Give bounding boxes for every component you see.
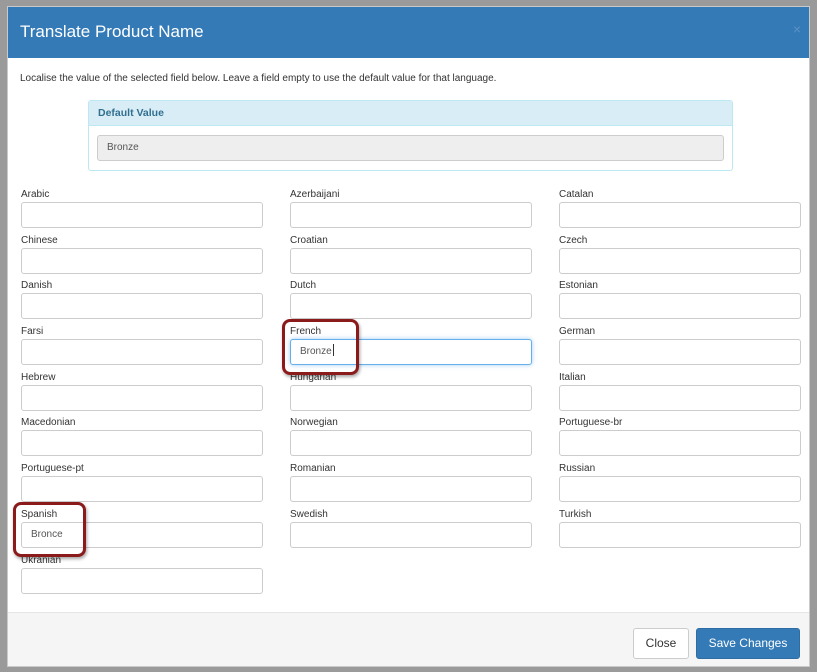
language-label-russian: Russian	[559, 463, 596, 475]
default-value-panel: Default Value Bronze	[88, 100, 733, 171]
language-field-italian: Italian	[559, 371, 801, 417]
language-input-spanish[interactable]: Bronce	[21, 521, 263, 548]
language-fields: Arabic Azerbaijani Catalan Chinese Croatian C…	[21, 188, 801, 599]
language-input-german[interactable]	[559, 339, 801, 366]
language-field-spanish: Spanish Bronce	[21, 508, 263, 554]
language-field-danish: Danish	[21, 279, 263, 325]
language-field-estonian: Estonian	[559, 279, 801, 325]
language-input-azerbaijani[interactable]	[290, 202, 532, 228]
language-input-catalan[interactable]	[559, 202, 801, 228]
language-field-swedish: Swedish	[290, 508, 532, 554]
language-input-hebrew[interactable]	[21, 384, 263, 411]
language-input-estonian[interactable]	[559, 293, 801, 320]
language-label-ukranian: Ukranian	[21, 554, 62, 566]
language-label-catalan: Catalan	[559, 189, 594, 200]
language-field-portuguese-pt: Portuguese-pt	[21, 462, 263, 508]
language-label-dutch: Dutch	[290, 280, 317, 292]
language-label-italian: Italian	[559, 371, 586, 383]
language-field-romanian: Romanian	[290, 462, 532, 508]
language-label-spanish: Spanish	[21, 508, 58, 520]
language-field-czech: Czech	[559, 234, 801, 280]
language-input-ukranian[interactable]	[21, 567, 263, 594]
dialog-title: Translate Product Name	[20, 22, 204, 41]
language-input-french[interactable]: Bronze	[290, 339, 532, 366]
language-input-norwegian[interactable]	[290, 430, 532, 457]
language-field-dutch: Dutch	[290, 279, 532, 325]
default-value-field: Bronze	[97, 135, 724, 161]
language-field-arabic: Arabic	[21, 188, 263, 234]
close-icon[interactable]: ×	[793, 21, 801, 37]
language-field-russian: Russian	[559, 462, 801, 508]
language-label-chinese: Chinese	[21, 234, 58, 246]
dialog-footer: Close Save Changes	[8, 612, 809, 666]
language-label-swedish: Swedish	[290, 508, 328, 520]
language-label-danish: Danish	[21, 280, 53, 292]
language-input-danish[interactable]	[21, 293, 263, 320]
language-input-hungarian[interactable]	[290, 384, 532, 411]
language-label-arabic: Arabic	[21, 189, 50, 200]
language-field-hebrew: Hebrew	[21, 371, 263, 417]
default-value-heading: Default Value	[89, 101, 732, 126]
language-input-romanian[interactable]	[290, 476, 532, 503]
language-label-czech: Czech	[559, 234, 588, 246]
language-input-dutch[interactable]	[290, 293, 532, 320]
language-input-chinese[interactable]	[21, 247, 263, 274]
language-label-german: German	[559, 326, 596, 338]
language-label-portuguese-pt: Portuguese-pt	[21, 463, 84, 475]
language-field-french: French Bronze	[290, 325, 532, 371]
language-field-catalan: Catalan	[559, 188, 801, 234]
dialog-header: Translate Product Name ×	[8, 7, 809, 58]
language-label-french: French	[290, 326, 322, 338]
intro-text: Localise the value of the selected field…	[20, 73, 497, 84]
language-field-norwegian: Norwegian	[290, 416, 532, 462]
language-field-macedonian: Macedonian	[21, 416, 263, 462]
save-changes-button[interactable]: Save Changes	[696, 628, 800, 659]
language-field-portuguese-br: Portuguese-br	[559, 416, 801, 462]
language-field-german: German	[559, 325, 801, 371]
language-input-portuguese-pt[interactable]	[21, 476, 263, 503]
language-input-farsi[interactable]	[21, 339, 263, 366]
language-label-portuguese-br: Portuguese-br	[559, 417, 623, 429]
language-label-macedonian: Macedonian	[21, 417, 76, 429]
language-input-macedonian[interactable]	[21, 430, 263, 457]
language-label-estonian: Estonian	[559, 280, 598, 292]
language-input-italian[interactable]	[559, 384, 801, 411]
language-input-turkish[interactable]	[559, 521, 801, 548]
language-input-swedish[interactable]	[290, 521, 532, 548]
language-label-farsi: Farsi	[21, 326, 44, 338]
language-label-azerbaijani: Azerbaijani	[290, 189, 340, 200]
language-field-hungarian: Hungarian	[290, 371, 532, 417]
language-value-french: Bronze	[300, 346, 332, 358]
language-label-hebrew: Hebrew	[21, 371, 56, 383]
language-field-chinese: Chinese	[21, 234, 263, 280]
language-input-arabic[interactable]	[21, 202, 263, 228]
text-cursor	[332, 344, 334, 357]
language-field-turkish: Turkish	[559, 508, 801, 554]
language-value-spanish: Bronce	[31, 528, 63, 540]
translate-dialog: Translate Product Name × Localise the va…	[7, 6, 810, 667]
language-label-croatian: Croatian	[290, 234, 328, 246]
language-field-croatian: Croatian	[290, 234, 532, 280]
language-field-azerbaijani: Azerbaijani	[290, 188, 532, 234]
language-input-croatian[interactable]	[290, 247, 532, 274]
language-input-czech[interactable]	[559, 247, 801, 274]
language-field-ukranian: Ukranian	[21, 554, 263, 600]
language-label-hungarian: Hungarian	[290, 371, 337, 383]
language-label-norwegian: Norwegian	[290, 417, 338, 429]
language-input-russian[interactable]	[559, 476, 801, 503]
close-button[interactable]: Close	[633, 628, 689, 659]
language-label-turkish: Turkish	[559, 508, 592, 520]
language-label-romanian: Romanian	[290, 463, 336, 475]
language-field-farsi: Farsi	[21, 325, 263, 371]
language-input-portuguese-br[interactable]	[559, 430, 801, 457]
